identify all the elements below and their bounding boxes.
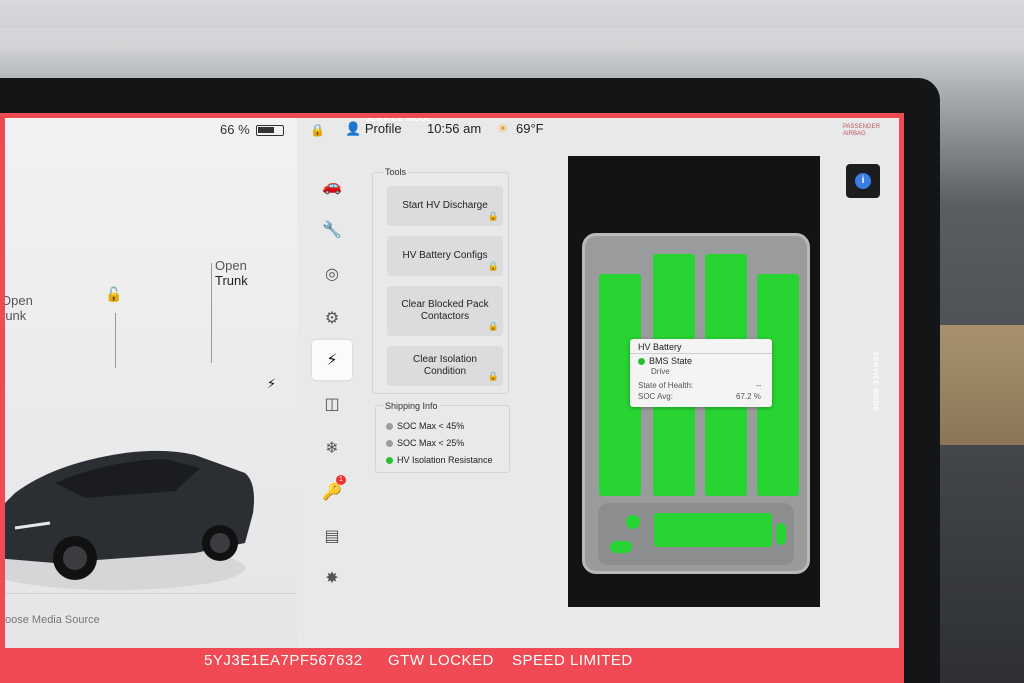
- info-icon: i: [855, 173, 871, 189]
- rear-component: [626, 515, 640, 529]
- passenger-airbag-indicator: PASSENGER AIRBAG: [843, 124, 880, 137]
- open-frunk-label[interactable]: Open runk: [5, 293, 33, 323]
- clock: 10:56 am: [427, 121, 482, 136]
- bms-state-label: BMS State: [638, 356, 692, 366]
- airbag-icon[interactable]: ✸: [312, 558, 352, 598]
- battery-icon: [256, 125, 284, 136]
- lock-icon: 🔒: [487, 321, 499, 331]
- rear-component: [610, 541, 632, 553]
- shipping-item-soc-25: SOC Max < 25%: [386, 438, 464, 448]
- sun-icon: ☀: [497, 121, 509, 136]
- service-mode-side-banner: SERVICE MODE: [871, 351, 879, 412]
- soc-avg-label: SOC Avg:: [638, 392, 673, 401]
- gtw-locked-status: GTW LOCKED: [388, 652, 494, 669]
- tools-section-label: Tools: [383, 167, 409, 177]
- battery-percentage: 66 %: [220, 122, 250, 137]
- media-source-label[interactable]: oose Media Source: [5, 614, 100, 626]
- charge-port-icon[interactable]: ⚡: [267, 376, 276, 392]
- service-status-strip: 5YJ3E1EA7PF567632 GTW LOCKED SPEED LIMIT…: [0, 648, 904, 683]
- outside-temperature: 69°F: [516, 121, 544, 136]
- steering-wheel-icon[interactable]: ◎: [312, 254, 352, 294]
- door-icon[interactable]: ▤: [312, 516, 352, 556]
- start-hv-discharge-button[interactable]: Start HV Discharge 🔒: [387, 186, 503, 226]
- garage-door-line: [0, 28, 1024, 52]
- high-voltage-icon[interactable]: ⚡: [312, 340, 352, 380]
- profile-button[interactable]: 👤 Profile: [345, 121, 402, 137]
- lock-icon: 🔒: [487, 371, 499, 381]
- rear-module: [654, 513, 772, 547]
- rear-electronics: [598, 503, 794, 565]
- hvac-snowflake-icon[interactable]: ❄: [312, 428, 352, 468]
- unlock-icon[interactable]: 🔓: [105, 286, 122, 303]
- status-dot: [386, 440, 393, 447]
- info-button[interactable]: i: [846, 164, 880, 198]
- vin-number: 5YJ3E1EA7PF567632: [204, 652, 363, 669]
- lock-icon[interactable]: 🔒: [310, 123, 325, 137]
- clear-isolation-condition-button[interactable]: Clear Isolation Condition 🔒: [387, 346, 503, 386]
- key-icon[interactable]: 🔑 1: [312, 472, 352, 512]
- shipping-item-hv-isolation: HV Isolation Resistance: [386, 455, 493, 465]
- speed-limited-status: SPEED LIMITED: [512, 652, 633, 669]
- clear-blocked-pack-contactors-button[interactable]: Clear Blocked Pack Contactors 🔒: [387, 286, 503, 336]
- low-voltage-battery-icon[interactable]: ◫: [312, 384, 352, 424]
- bms-state-value: Drive: [651, 367, 670, 376]
- soc-avg-value: 67.2 %: [736, 392, 761, 401]
- status-dot: [386, 423, 393, 430]
- notification-badge: 1: [336, 475, 346, 485]
- rear-component: [776, 523, 786, 545]
- car-model-image: [5, 450, 254, 590]
- shipping-item-soc-45: SOC Max < 45%: [386, 421, 464, 431]
- car-icon[interactable]: 🚗: [312, 166, 352, 206]
- lock-icon: 🔒: [487, 211, 499, 221]
- hv-battery-configs-button[interactable]: HV Battery Configs 🔒: [387, 236, 503, 276]
- service-nav-rail: 🚗 🔧 ◎ ⚙ ⚡ ◫ ❄ 🔑1 ▤ ✸ ➲: [308, 148, 358, 683]
- tools-icon[interactable]: 🔧: [312, 210, 352, 250]
- car-pane: Open runk 🔓 Open Trunk ⚡ oose Media Sour…: [5, 118, 297, 683]
- status-dot: [386, 457, 393, 464]
- chip-icon[interactable]: ⚙: [312, 298, 352, 338]
- state-of-health-value: --: [756, 381, 762, 390]
- status-dot: [638, 358, 645, 365]
- state-of-health-label: State of Health:: [638, 381, 694, 390]
- open-trunk-button[interactable]: Open Trunk: [215, 258, 248, 288]
- shipping-info-label: Shipping Info: [383, 401, 440, 411]
- battery-info-tooltip: HV Battery BMS State Drive State of Heal…: [630, 339, 772, 407]
- lock-icon: 🔒: [487, 261, 499, 271]
